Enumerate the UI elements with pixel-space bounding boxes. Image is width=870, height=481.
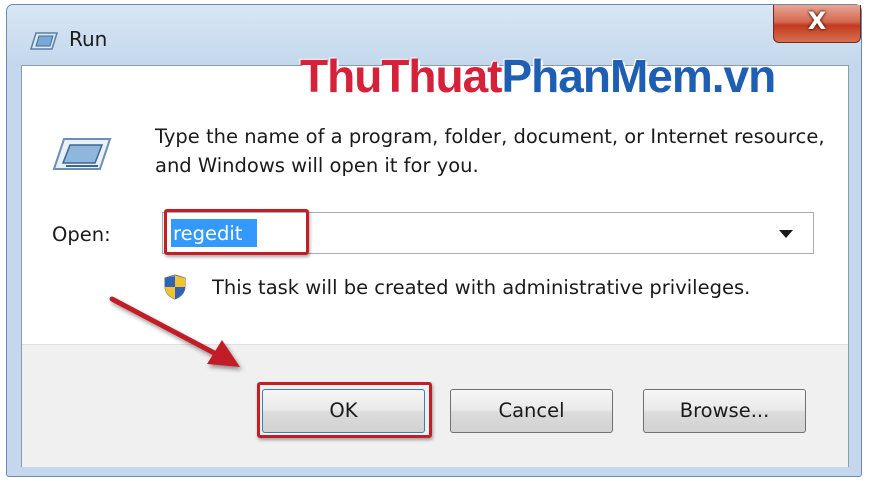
browse-button[interactable]: Browse... xyxy=(643,389,806,433)
ok-highlight-box xyxy=(257,382,432,438)
run-icon xyxy=(52,138,112,170)
watermark-part2: PhanMem.vn xyxy=(501,50,777,102)
watermark-part1: ThuThuat xyxy=(300,50,502,102)
window-title: Run xyxy=(69,27,108,51)
uac-shield-icon xyxy=(164,274,186,300)
description-text: Type the name of a program, folder, docu… xyxy=(155,125,825,177)
watermark: ThuThuatPhanMem.vn xyxy=(300,49,777,103)
close-icon: X xyxy=(807,7,827,35)
dialog-body: Type the name of a program, folder, docu… xyxy=(21,65,849,467)
admin-privileges-note: This task will be created with administr… xyxy=(212,276,751,299)
run-icon xyxy=(30,32,58,50)
close-button[interactable]: X xyxy=(773,5,861,43)
open-label: Open: xyxy=(52,223,111,246)
input-highlight-box xyxy=(164,209,309,255)
cancel-button[interactable]: Cancel xyxy=(450,389,613,433)
chevron-down-icon[interactable] xyxy=(779,230,793,238)
